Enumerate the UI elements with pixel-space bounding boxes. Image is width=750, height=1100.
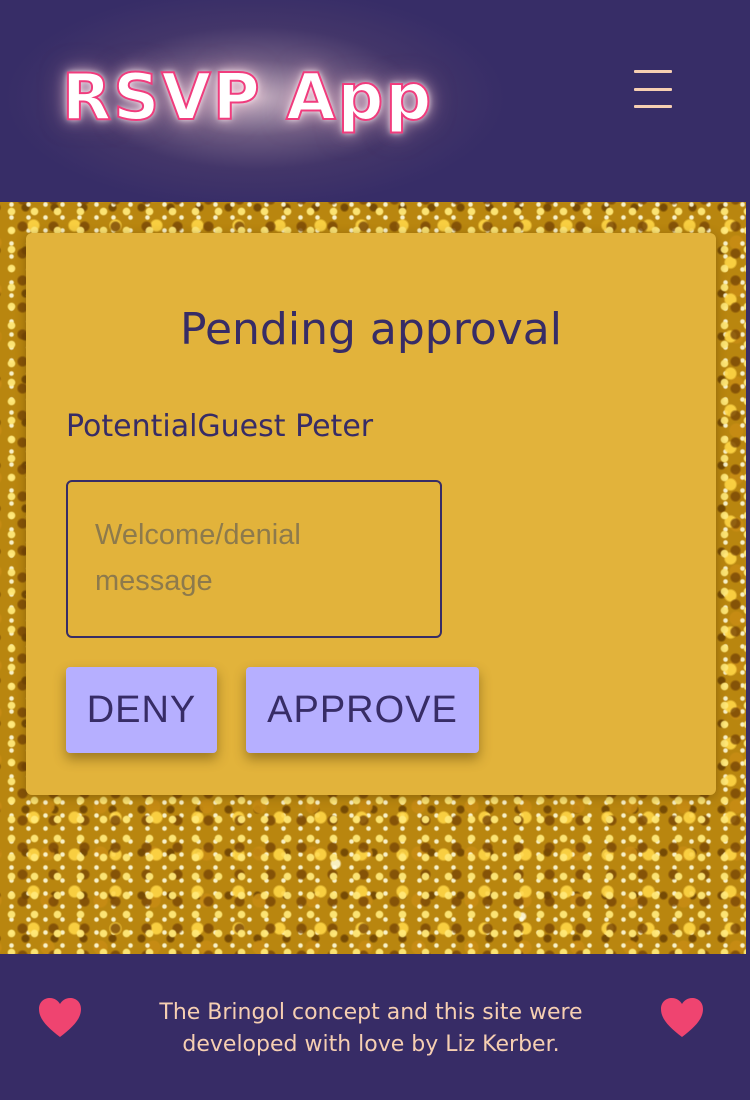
guest-name: PotentialGuest Peter: [66, 409, 374, 444]
app-header: RSVP App: [0, 0, 750, 202]
page: RSVP App Pending approval PotentialGuest…: [0, 0, 750, 1100]
page-title: Pending approval: [180, 304, 562, 355]
heart-icon: [661, 998, 703, 1037]
heart-icon: [39, 998, 81, 1037]
approve-button[interactable]: APPROVE: [246, 667, 479, 753]
menu-line: [634, 70, 672, 73]
menu-line: [634, 88, 672, 91]
app-logo[interactable]: RSVP App: [61, 61, 433, 135]
deny-button[interactable]: DENY: [66, 667, 217, 753]
footer-credit-text: The Bringol concept and this site were d…: [159, 1000, 583, 1057]
hamburger-menu-icon[interactable]: [632, 70, 674, 110]
menu-line: [634, 105, 672, 108]
welcome-denial-message-field[interactable]: [66, 480, 442, 638]
